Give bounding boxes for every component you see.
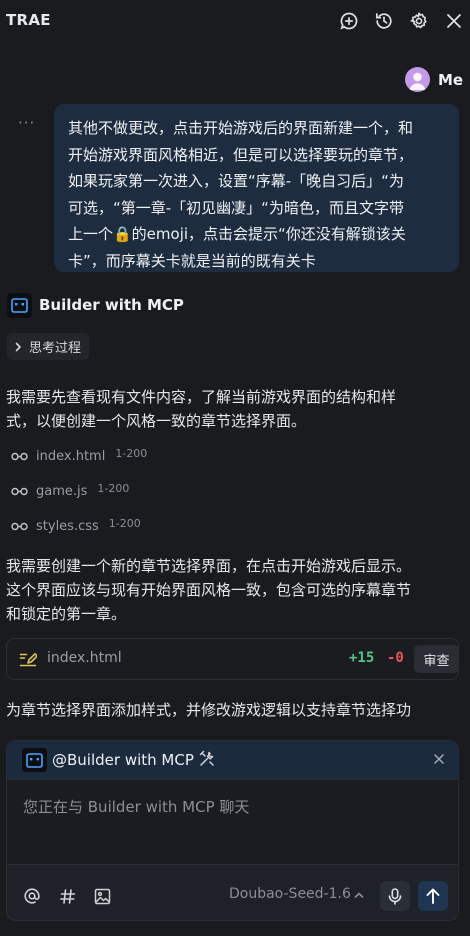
glasses-icon — [11, 522, 28, 530]
thinking-label: 思考过程 — [29, 341, 82, 356]
file-range: 1-200 — [108, 516, 141, 530]
app-title: TRAE — [6, 11, 51, 29]
builder-agent-icon — [22, 748, 47, 772]
remove-context-icon[interactable] — [431, 751, 447, 767]
chat-input-placeholder: 您正在与 Builder with MCP 聊天 — [23, 798, 250, 816]
thinking-toggle[interactable]: 思考过程 — [7, 333, 90, 360]
chevron-right-icon — [15, 342, 21, 351]
assistant-paragraph: 我需要创建一个新的章节选择界面，在点击开始游戏后显示。 这个界面应该与现有开始界… — [6, 554, 451, 626]
message-line: 可选，“第一章-「初见幽凄」“为暗色，而且文字带 — [68, 198, 404, 217]
voice-input-button[interactable] — [380, 881, 410, 911]
edit-icon — [19, 653, 37, 667]
glasses-icon — [11, 487, 28, 495]
paragraph-line: 式，以便创建一个风格一致的章节选择界面。 — [6, 412, 307, 430]
assistant-paragraph: 我需要先查看现有文件内容，了解当前游戏界面的结构和样 式，以便创建一个风格一致的… — [6, 385, 451, 433]
assistant-name: Builder with MCP — [39, 296, 184, 314]
file-name: styles.css — [36, 518, 99, 534]
assistant-paragraph: 为章节选择界面添加样式，并修改游戏逻辑以支持章节选择功 — [6, 701, 412, 719]
paragraph-line: 这个界面应该与现有开始界面风格一致，包含可选的序幕章节 — [6, 581, 412, 599]
file-name: game.js — [36, 483, 88, 499]
chat-input[interactable]: 您正在与 Builder with MCP 聊天 — [7, 779, 458, 865]
file-read-item[interactable]: styles.css 1-200 — [11, 517, 141, 535]
history-icon[interactable] — [372, 9, 396, 33]
hash-icon[interactable] — [57, 886, 77, 906]
paragraph-line: 我需要创建一个新的章节选择界面，在点击开始游戏后显示。 — [6, 557, 412, 575]
user-message: 其他不做更改，点击开始游戏后的界面新建一个，和 开始游戏界面风格相近，但是可以选… — [54, 104, 459, 272]
message-line: 如果玩家第一次进入，设置“序幕-「晚自习后」“为 — [68, 172, 404, 190]
tools-icon[interactable] — [198, 750, 216, 768]
avatar — [405, 67, 430, 92]
add-chat-icon[interactable] — [337, 9, 361, 33]
review-button[interactable]: 审查 — [414, 645, 459, 673]
glasses-icon — [11, 452, 28, 460]
send-button[interactable] — [418, 881, 448, 911]
message-line: 开始游戏界面风格相近，但是可以选择要玩的章节， — [68, 145, 414, 164]
close-icon[interactable] — [442, 9, 466, 33]
image-icon[interactable] — [92, 886, 112, 906]
microphone-icon — [388, 887, 402, 905]
more-options-icon[interactable]: ··· — [18, 114, 35, 132]
at-icon[interactable] — [22, 886, 42, 906]
chevron-up-icon[interactable] — [353, 889, 365, 901]
model-selector[interactable]: Doubao-Seed-1.6 — [229, 886, 351, 902]
chat-composer: @Builder with MCP 您正在与 Builder with MCP … — [6, 740, 459, 921]
message-line: 卡”，而序幕关卡就是当前的既有关卡 — [68, 251, 316, 270]
message-line: 上一个🔒的emoji，点击会提示“你还没有解锁该关 — [68, 225, 406, 243]
file-read-item[interactable]: game.js 1-200 — [11, 482, 129, 500]
user-name: Me — [438, 71, 464, 89]
file-read-item[interactable]: index.html 1-200 — [11, 447, 147, 465]
message-line: 其他不做更改，点击开始游戏后的界面新建一个，和 — [68, 119, 414, 137]
file-range: 1-200 — [115, 446, 148, 460]
context-agent-label: @Builder with MCP — [52, 751, 194, 769]
lines-removed: -0 — [387, 650, 404, 666]
file-edit-card[interactable]: index.html +15 -0 审查 — [6, 638, 459, 680]
context-bar: @Builder with MCP — [7, 741, 458, 779]
arrow-up-icon — [426, 888, 440, 904]
edit-file-name: index.html — [47, 650, 122, 666]
builder-agent-icon — [7, 293, 32, 318]
header: TRAE — [0, 0, 470, 42]
settings-icon[interactable] — [407, 9, 431, 33]
lines-added: +15 — [349, 650, 375, 666]
file-range: 1-200 — [97, 481, 130, 495]
file-name: index.html — [36, 448, 106, 464]
paragraph-line: 和锁定的第一章。 — [6, 605, 127, 623]
paragraph-line: 我需要先查看现有文件内容，了解当前游戏界面的结构和样 — [6, 388, 397, 406]
